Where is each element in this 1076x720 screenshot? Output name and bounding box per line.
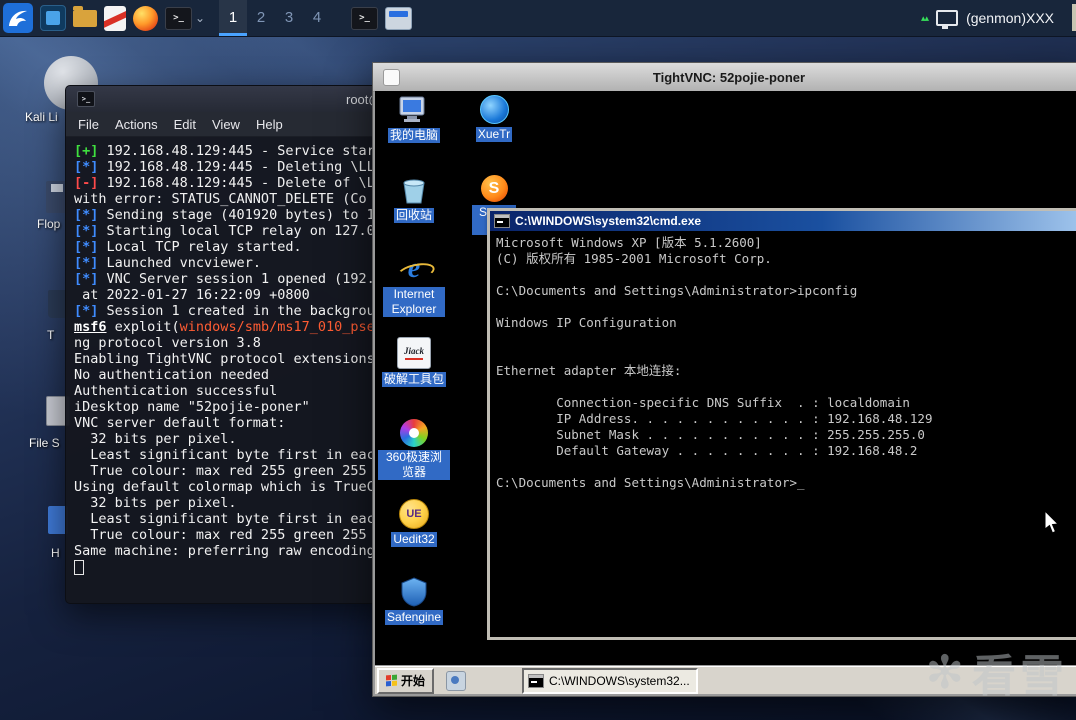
xuetr-icon: [479, 95, 509, 124]
cmd-line: Windows IP Configuration: [496, 315, 677, 330]
cmd-line: Default Gateway . . . . . . . . . : 192.…: [496, 443, 918, 458]
quicklaunch-icon[interactable]: [446, 670, 467, 691]
terminal-window-icon: >_: [77, 91, 95, 107]
terminal-launcher[interactable]: >_ ⌄: [165, 6, 206, 30]
windows-flag-icon: [386, 674, 397, 687]
xp-icon-label: 我的电脑: [387, 128, 440, 143]
xp-icon-label: 回收站: [393, 208, 434, 223]
cmd-line: Ethernet adapter 本地连接:: [496, 363, 682, 378]
cmd-line: [496, 267, 1076, 283]
firefox-icon[interactable]: [133, 5, 158, 31]
start-button-label: 开始: [401, 674, 426, 688]
workspace-3[interactable]: 3: [275, 0, 303, 36]
safengine-shield-icon: [401, 577, 427, 607]
xp-icon-recycle-bin[interactable]: 回收站: [378, 175, 450, 223]
cmd-window: C:\WINDOWS\system32\cmd.exe Microsoft Wi…: [487, 208, 1076, 640]
cmd-line: Connection-specific DNS Suffix . : local…: [496, 395, 910, 410]
terminal-icon: >_: [165, 6, 192, 30]
file-manager-button[interactable]: [73, 5, 97, 27]
folder-icon: [73, 5, 97, 27]
cmd-line: [496, 331, 1076, 347]
screen: >_ ⌄ 1234 >_ ▴▴ (genmon)XXX Kali Li Flop…: [0, 0, 1076, 720]
xp-icon-360-browser[interactable]: 360极速浏览器: [378, 419, 450, 480]
my-computer-icon: [399, 96, 425, 122]
360-browser-icon: [400, 419, 428, 447]
taskbar-cmd-label: C:\WINDOWS\system32...: [549, 673, 690, 688]
cmd-line: [496, 459, 1076, 475]
start-button[interactable]: 开始: [377, 667, 435, 694]
cmd-icon: [528, 673, 545, 688]
vnc-titlebar[interactable]: TightVNC: 52pojie-poner: [373, 63, 1076, 92]
menu-item-actions[interactable]: Actions: [115, 117, 158, 132]
menu-item-edit[interactable]: Edit: [174, 117, 196, 132]
kali-dragon-icon: [9, 10, 27, 26]
xp-icon-jiack[interactable]: Jiack 破解工具包: [378, 337, 450, 387]
xp-icon-safengine[interactable]: Safengine: [378, 577, 450, 625]
xp-icon-label: 360极速浏览器: [378, 450, 450, 480]
xp-icon-my-computer[interactable]: 我的电脑: [378, 95, 450, 143]
menu-item-help[interactable]: Help: [256, 117, 283, 132]
internet-explorer-icon: e: [399, 254, 429, 284]
xp-icon-label: Safengine: [384, 610, 444, 625]
xp-icon-label: Uedit32: [391, 532, 437, 547]
workspace-1[interactable]: 1: [219, 0, 248, 36]
workspace-2[interactable]: 2: [247, 0, 275, 36]
cmd-line: Microsoft Windows XP [版本 5.1.2600]: [496, 235, 762, 250]
text-editor-icon[interactable]: [104, 5, 126, 31]
cmd-line: IP Address. . . . . . . . . . . . : 192.…: [496, 411, 933, 426]
jiack-icon: Jiack: [397, 337, 431, 369]
xp-desktop: 我的电脑 XueTr 回收站 S Syste M e: [375, 91, 1076, 665]
xp-icon-uedit32[interactable]: UE Uedit32: [378, 499, 450, 547]
display-icon: [936, 10, 959, 29]
screenshot-tool-icon[interactable]: [40, 5, 66, 31]
xp-icon-label: XueTr: [475, 127, 513, 142]
cmd-line: [496, 347, 1076, 363]
cmd-line: Subnet Mask . . . . . . . . . . . : 255.…: [496, 427, 925, 442]
desktop-label-home[interactable]: H: [51, 546, 60, 560]
panel-edge-widget: [1072, 4, 1076, 31]
cmd-line: (C) 版权所有 1985-2001 Microsoft Corp.: [496, 251, 772, 266]
kali-menu-button[interactable]: [3, 3, 33, 33]
system-s-icon: S: [480, 175, 508, 202]
network-indicator-icon: ▴▴: [921, 12, 929, 23]
cmd-title: C:\WINDOWS\system32\cmd.exe: [515, 214, 702, 228]
recycle-bin-icon: [403, 179, 425, 204]
desktop-label-floppy[interactable]: Flop: [37, 217, 60, 231]
menu-item-view[interactable]: View: [212, 117, 240, 132]
desktop-label-kali[interactable]: Kali Li: [25, 110, 58, 124]
window-button-vnc[interactable]: [385, 6, 413, 30]
menu-item-file[interactable]: File: [78, 117, 99, 132]
cmd-titlebar[interactable]: C:\WINDOWS\system32\cmd.exe: [490, 211, 1076, 231]
desktop-label-trash[interactable]: T: [47, 328, 54, 342]
taskbar-cmd-button[interactable]: C:\WINDOWS\system32...: [522, 667, 699, 694]
xp-icon-label: 破解工具包: [381, 372, 446, 387]
genmon-label[interactable]: (genmon)XXX: [966, 10, 1054, 26]
workspace-pager: 1234: [219, 0, 331, 36]
xp-icon-internet-explorer[interactable]: e Internet Explorer: [378, 254, 450, 317]
vnc-window: TightVNC: 52pojie-poner 我的电脑 XueTr 回收站 S…: [372, 62, 1076, 697]
workspace-4[interactable]: 4: [303, 0, 331, 36]
vnc-title: TightVNC: 52pojie-poner: [652, 69, 806, 85]
cmd-line: C:\Documents and Settings\Administrator>…: [496, 283, 858, 298]
desktop-label-filesystem[interactable]: File S: [29, 436, 60, 450]
window-button-terminal[interactable]: >_: [351, 6, 379, 30]
uedit32-icon: UE: [399, 499, 429, 529]
terminal-icon: >_: [351, 6, 379, 30]
chevron-down-icon: ⌄: [195, 11, 206, 25]
cmd-output[interactable]: Microsoft Windows XP [版本 5.1.2600] (C) 版权…: [490, 231, 1076, 495]
cmd-line: C:\Documents and Settings\Administrator>…: [496, 475, 805, 490]
top-panel: >_ ⌄ 1234 >_ ▴▴ (genmon)XXX: [0, 0, 1076, 37]
tightvnc-icon: [383, 68, 400, 86]
xp-icon-xuetr[interactable]: XueTr: [458, 95, 530, 142]
cmd-icon: [494, 214, 510, 228]
cmd-line: [496, 299, 1076, 315]
cmd-line: [496, 379, 1076, 395]
xp-taskbar: 开始 C:\WINDOWS\system32...: [375, 666, 1076, 694]
xp-icon-label: Internet Explorer: [383, 287, 445, 317]
